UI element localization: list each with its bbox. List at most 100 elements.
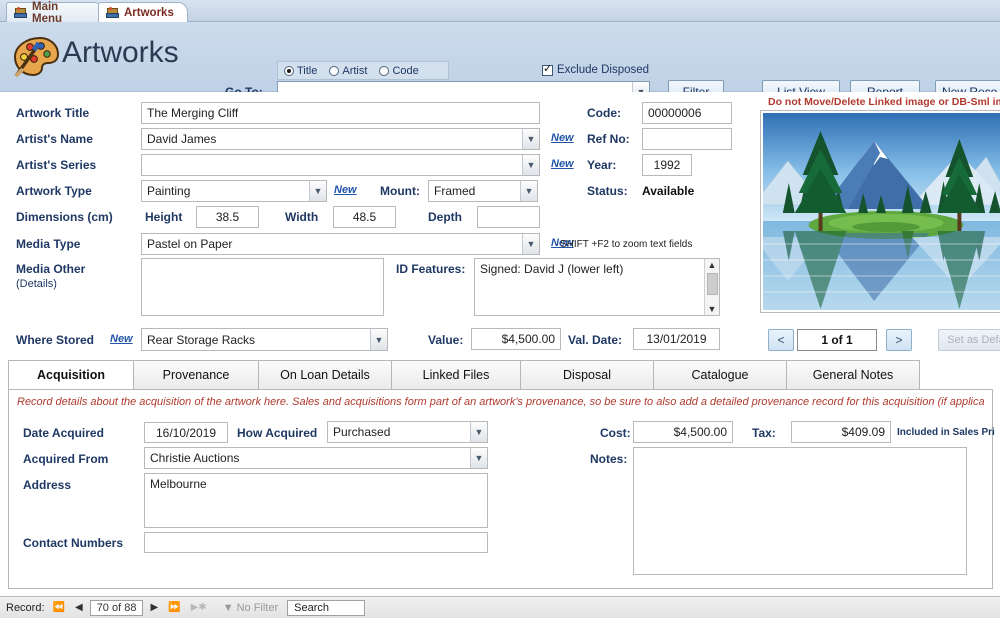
set-as-default-button[interactable]: Set as Defa xyxy=(938,329,1000,351)
scrollbar-thumb[interactable] xyxy=(707,273,718,295)
label-width: Width xyxy=(285,210,319,224)
image-counter: 1 of 1 xyxy=(797,329,877,351)
tab-disposal[interactable]: Disposal xyxy=(520,360,654,390)
document-tab-label: Main Menu xyxy=(32,0,63,25)
chevron-down-icon[interactable]: ▼ xyxy=(520,181,537,201)
tax-input[interactable]: $409.09 xyxy=(791,421,891,443)
tab-acquisition[interactable]: Acquisition xyxy=(8,360,134,390)
artist-name-combobox[interactable]: David James ▼ xyxy=(141,128,540,150)
document-tab-main-menu[interactable]: Main Menu xyxy=(6,0,104,25)
code-value: 00000006 xyxy=(648,106,702,120)
chevron-down-icon[interactable]: ▼ xyxy=(470,448,487,468)
previous-record-icon[interactable]: ◀ xyxy=(72,602,86,613)
set-as-default-label: Set as Defa xyxy=(947,334,1000,346)
how-acquired-combobox[interactable]: Purchased ▼ xyxy=(327,421,488,443)
artwork-image-frame xyxy=(760,110,1000,313)
value-amount: $4,500.00 xyxy=(501,332,555,346)
tab-general-notes[interactable]: General Notes xyxy=(786,360,920,390)
label-mount: Mount: xyxy=(380,184,420,198)
artist-name-value: David James xyxy=(147,132,217,146)
artist-series-new-link[interactable]: New xyxy=(551,158,574,170)
val-date-input[interactable]: 13/01/2019 xyxy=(633,328,720,350)
document-tab-label: Artworks xyxy=(124,6,174,19)
address-value: Melbourne xyxy=(150,477,207,491)
artwork-title-input[interactable]: The Merging Cliff xyxy=(141,102,540,124)
radio-dot-icon xyxy=(329,65,340,76)
image-counter-label: 1 of 1 xyxy=(821,333,853,347)
image-next-label: > xyxy=(895,333,903,347)
mount-combobox[interactable]: Framed ▼ xyxy=(428,180,538,202)
notes-textarea[interactable] xyxy=(633,447,967,575)
document-tab-artworks[interactable]: Artworks xyxy=(98,2,188,22)
ref-no-input[interactable] xyxy=(642,128,732,150)
where-stored-combobox[interactable]: Rear Storage Racks ▼ xyxy=(141,328,388,351)
media-other-textarea[interactable] xyxy=(141,258,384,316)
id-features-scrollbar[interactable]: ▲ ▼ xyxy=(704,259,719,315)
tab-label: Disposal xyxy=(563,368,611,382)
record-position[interactable]: 70 of 88 xyxy=(89,599,144,616)
acquired-from-value: Christie Auctions xyxy=(150,451,240,465)
database-form-icon xyxy=(106,6,119,19)
radio-artist[interactable]: Artist xyxy=(323,65,373,77)
artwork-type-value: Painting xyxy=(147,184,191,198)
where-stored-new-link[interactable]: New xyxy=(110,333,133,345)
radio-title[interactable]: Title xyxy=(278,65,323,77)
height-value: 38.5 xyxy=(215,210,240,224)
next-record-icon[interactable]: ▶ xyxy=(147,602,161,613)
height-input[interactable]: 38.5 xyxy=(196,206,259,228)
tax-included-note: Included in Sales Pri xyxy=(897,427,995,438)
search-input[interactable]: Search xyxy=(287,599,366,616)
chevron-down-icon[interactable]: ▼ xyxy=(470,422,487,442)
label-where-stored: Where Stored xyxy=(16,333,95,347)
label-artist-name: Artist's Name xyxy=(16,132,93,146)
tab-label: Provenance xyxy=(162,368,230,382)
value-input[interactable]: $4,500.00 xyxy=(471,328,561,350)
tab-catalogue[interactable]: Catalogue xyxy=(653,360,787,390)
cost-input[interactable]: $4,500.00 xyxy=(633,421,733,443)
last-record-icon[interactable]: ⏩ xyxy=(165,602,183,613)
label-ref-no: Ref No: xyxy=(587,132,630,146)
chevron-down-icon[interactable]: ▼ xyxy=(370,329,387,350)
scroll-up-icon[interactable]: ▲ xyxy=(708,259,717,271)
val-date-value: 13/01/2019 xyxy=(646,332,707,346)
tab-on-loan-details[interactable]: On Loan Details xyxy=(258,360,392,390)
exclude-disposed-checkbox[interactable]: Exclude Disposed xyxy=(542,63,650,76)
date-acquired-input[interactable]: 16/10/2019 xyxy=(144,422,228,443)
filter-status[interactable]: ▼ No Filter xyxy=(223,602,278,614)
label-value: Value: xyxy=(428,333,464,347)
label-how-acquired: How Acquired xyxy=(237,426,318,440)
acquired-from-combobox[interactable]: Christie Auctions ▼ xyxy=(144,447,488,469)
artist-series-combobox[interactable]: ▼ xyxy=(141,154,540,176)
artwork-type-combobox[interactable]: Painting ▼ xyxy=(141,180,327,202)
contact-numbers-input[interactable] xyxy=(144,532,488,553)
address-textarea[interactable]: Melbourne xyxy=(144,473,488,528)
id-features-textarea[interactable]: Signed: David J (lower left) ▲ ▼ xyxy=(474,258,720,316)
tab-linked-files[interactable]: Linked Files xyxy=(391,360,521,390)
chevron-down-icon[interactable]: ▼ xyxy=(522,129,539,149)
image-next-button[interactable]: > xyxy=(886,329,912,351)
year-input[interactable]: 1992 xyxy=(642,154,692,176)
radio-code[interactable]: Code xyxy=(373,65,424,77)
exclude-disposed-label: Exclude Disposed xyxy=(557,64,650,76)
width-input[interactable]: 48.5 xyxy=(333,206,396,228)
new-record-icon[interactable]: ▶✱ xyxy=(188,602,210,613)
first-record-icon[interactable]: ⏪ xyxy=(50,602,68,613)
acquisition-hint: Record details about the acquisition of … xyxy=(17,396,985,408)
image-prev-label: < xyxy=(777,333,785,347)
media-type-combobox[interactable]: Pastel on Paper ▼ xyxy=(141,233,540,255)
chevron-down-icon[interactable]: ▼ xyxy=(522,155,539,175)
tab-provenance[interactable]: Provenance xyxy=(133,360,259,390)
artwork-type-new-link[interactable]: New xyxy=(334,184,357,196)
artist-name-new-link[interactable]: New xyxy=(551,132,574,144)
code-input[interactable]: 00000006 xyxy=(642,102,732,124)
image-prev-button[interactable]: < xyxy=(768,329,794,351)
depth-input[interactable] xyxy=(477,206,540,228)
label-media-type: Media Type xyxy=(16,237,81,251)
scroll-down-icon[interactable]: ▼ xyxy=(708,303,717,315)
chevron-down-icon[interactable]: ▼ xyxy=(309,181,326,201)
chevron-down-icon[interactable]: ▼ xyxy=(522,234,539,254)
search-mode-radio-group: Title Artist Code xyxy=(277,61,449,80)
record-navigation: ⏪ ◀ 70 of 88 ▶ ⏩ ▶✱ xyxy=(50,599,210,616)
label-artist-series: Artist's Series xyxy=(16,158,97,172)
radio-dot-icon xyxy=(284,65,294,76)
